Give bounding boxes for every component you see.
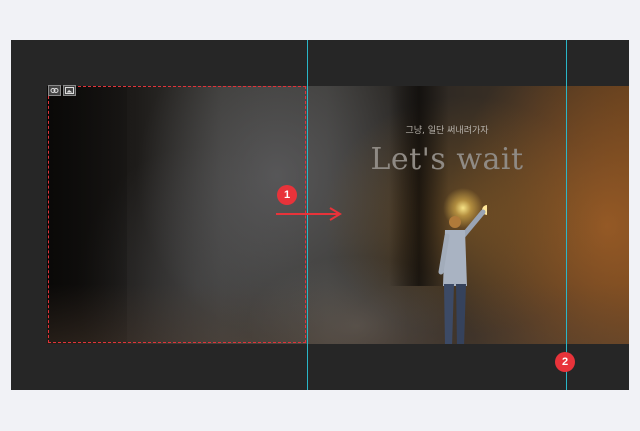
step-marker-1: 1 <box>277 185 297 205</box>
step-marker-2: 2 <box>555 352 575 372</box>
person-with-lantern-figure <box>438 205 487 344</box>
banner-title: Let's wait <box>370 142 524 177</box>
selection-box[interactable] <box>48 86 306 343</box>
image-icon[interactable] <box>63 85 76 96</box>
guide-line-right[interactable] <box>566 40 567 390</box>
banner-subtitle: 그냥, 일단 써내려가자 <box>405 126 489 136</box>
link-icon[interactable] <box>48 85 61 96</box>
selection-toolbar <box>48 85 76 96</box>
right-arrow-icon <box>276 207 342 221</box>
